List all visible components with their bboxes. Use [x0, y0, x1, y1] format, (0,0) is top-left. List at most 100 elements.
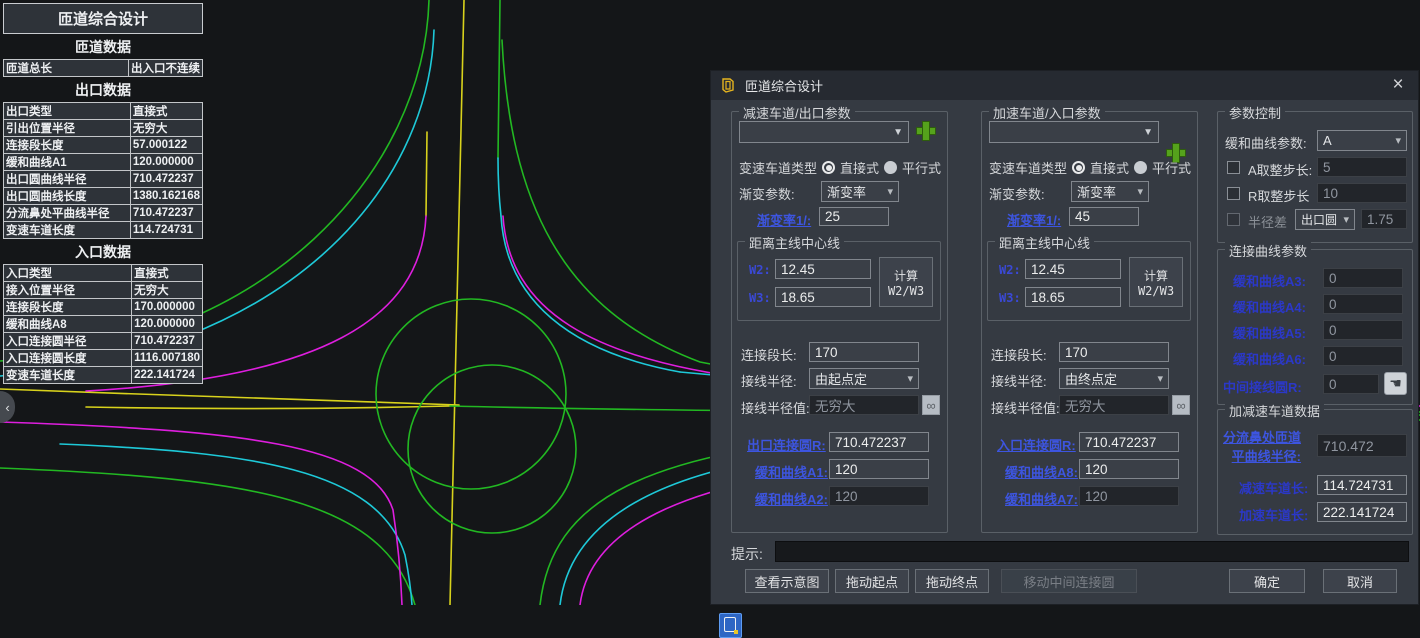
radio-direct[interactable] — [1072, 161, 1085, 174]
radio-direct-label: 直接式 — [840, 158, 879, 177]
radio-direct[interactable] — [822, 161, 835, 174]
accel-lane-length-input[interactable] — [1317, 502, 1407, 522]
table-row: 连接段长度57.000122 — [4, 137, 203, 154]
exit-circle-r-link[interactable]: 出口连接圆R: — [747, 435, 826, 454]
spiral-a1-link[interactable]: 缓和曲线A1: — [755, 462, 828, 481]
entry-circle-r-input[interactable] — [1079, 432, 1179, 452]
radius-diff-label: 半径差 — [1248, 212, 1287, 231]
radio-parallel[interactable] — [884, 161, 897, 174]
connect-length-label: 连接段长: — [741, 345, 797, 364]
decel-lane-length-input[interactable] — [1317, 475, 1407, 495]
nose-radius-input — [1317, 434, 1407, 457]
radio-parallel[interactable] — [1134, 161, 1147, 174]
group-label: 加速车道/入口参数 — [989, 103, 1105, 122]
chevron-left-icon: ‹ — [5, 400, 9, 415]
spiral-a8-input[interactable] — [1079, 459, 1179, 479]
section-header-ramp: 匝道数据 — [3, 34, 203, 59]
spiral-a2-link[interactable]: 缓和曲线A2: — [755, 489, 828, 508]
chevron-down-icon: ▼ — [893, 127, 903, 138]
accel-taper-select[interactable]: 渐变率 ▾ — [1071, 181, 1149, 202]
spiral-a7-input — [1079, 486, 1179, 506]
button-label: 查看示意图 — [754, 572, 819, 591]
infinity-icon: ∞ — [1176, 398, 1185, 413]
chevron-down-icon: ▼ — [1143, 127, 1153, 138]
a-step-label: A取整步长: — [1248, 160, 1312, 179]
button-label: 移动中间连接圆 — [1023, 572, 1114, 591]
decel-taper-select[interactable]: 渐变率 ▾ — [821, 181, 899, 202]
decel-w2-input[interactable] — [775, 259, 871, 279]
schematic-toggle-button[interactable] — [719, 613, 742, 638]
w2-label: W2: — [749, 263, 771, 277]
exit-circle-r-input[interactable] — [829, 432, 929, 452]
ok-button[interactable]: 确定 — [1229, 569, 1305, 593]
radius-diff-select[interactable]: 出口圆 ▾ — [1295, 209, 1355, 230]
spiral-a5-label: 缓和曲线A5: — [1233, 323, 1306, 342]
decel-preset-select[interactable]: ▼ — [739, 121, 909, 143]
drag-end-button[interactable]: 拖动终点 — [915, 569, 989, 593]
taper-rate-link[interactable]: 渐变率1/: — [757, 210, 811, 229]
table-row: 出口圆曲线长度1380.162168 — [4, 188, 203, 205]
accel-w3-input[interactable] — [1025, 287, 1121, 307]
cancel-button[interactable]: 取消 — [1323, 569, 1397, 593]
a-step-checkbox[interactable] — [1227, 161, 1240, 174]
exit-data-table: 出口类型直接式 引出位置半径无穷大 连接段长度57.000122 缓和曲线A11… — [3, 102, 203, 239]
decel-calc-w2w3-button[interactable]: 计算 W2/W3 — [879, 257, 933, 307]
connect-length-label: 连接段长: — [991, 345, 1047, 364]
r-step-input — [1317, 183, 1407, 203]
spiral-a4-label: 缓和曲线A4: — [1233, 297, 1306, 316]
accel-connect-length-input[interactable] — [1059, 342, 1169, 362]
nose-radius-link[interactable]: 分流鼻处匝道 平曲线半径: — [1223, 427, 1301, 465]
accel-w2-input[interactable] — [1025, 259, 1121, 279]
decel-radius-mode-select[interactable]: 由起点定 ▾ — [809, 368, 919, 389]
taper-param-label: 渐变参数: — [739, 184, 795, 203]
spiral-param-select[interactable]: A ▾ — [1317, 130, 1407, 151]
pencil-dot-icon — [734, 630, 738, 634]
view-schematic-button[interactable]: 查看示意图 — [745, 569, 829, 593]
add-decel-lane-button[interactable] — [915, 120, 937, 142]
selected-value: A — [1323, 133, 1332, 148]
chevron-down-icon: ▾ — [1395, 134, 1401, 147]
chevron-down-icon: ▾ — [1137, 185, 1143, 198]
selected-value: 出口圆 — [1301, 211, 1337, 228]
accel-calc-w2w3-button[interactable]: 计算 W2/W3 — [1129, 257, 1183, 307]
group-label: 加减速车道数据 — [1225, 401, 1324, 420]
mid-circle-r-input — [1323, 374, 1379, 394]
button-label: 计算 — [1144, 267, 1168, 284]
decel-w3-input[interactable] — [775, 287, 871, 307]
infinity-icon: ∞ — [926, 398, 935, 413]
radius-diff-checkbox[interactable] — [1227, 213, 1240, 226]
spiral-a6-label: 缓和曲线A6: — [1233, 349, 1306, 368]
spiral-a8-link[interactable]: 缓和曲线A8: — [1005, 462, 1078, 481]
taper-rate-link[interactable]: 渐变率1/: — [1007, 210, 1061, 229]
table-row: 入口连接圆长度1116.007180 — [4, 350, 203, 367]
decel-lane-length-label: 减速车道长: — [1239, 478, 1308, 497]
pick-on-screen-button[interactable]: ☚ — [1384, 372, 1407, 395]
table-row: 变速车道长度222.141724 — [4, 367, 203, 384]
infinity-button[interactable]: ∞ — [922, 395, 940, 415]
group-label: 参数控制 — [1225, 103, 1285, 122]
accel-taper-rate-input[interactable] — [1069, 207, 1139, 226]
chevron-down-icon: ▾ — [1343, 213, 1349, 226]
radio-direct-label: 直接式 — [1090, 158, 1129, 177]
entry-circle-r-link[interactable]: 入口连接圆R: — [997, 435, 1076, 454]
radius-value-label: 接线半径值: — [741, 398, 810, 417]
drag-start-button[interactable]: 拖动起点 — [835, 569, 909, 593]
ramp-data-table: 匝道总长出入口不连续 — [3, 59, 203, 77]
table-row: 匝道总长出入口不连续 — [4, 60, 203, 77]
close-icon[interactable]: × — [1386, 73, 1410, 97]
radio-parallel-label: 平行式 — [902, 158, 941, 177]
a-step-input — [1317, 157, 1407, 177]
chevron-down-icon: ▾ — [907, 372, 913, 385]
dialog-title: 匝道综合设计 — [745, 76, 823, 95]
r-step-checkbox[interactable] — [1227, 187, 1240, 200]
accel-preset-select[interactable]: ▼ — [989, 121, 1159, 143]
spiral-a1-input[interactable] — [829, 459, 929, 479]
dialog-titlebar[interactable]: 匝道综合设计 × — [711, 71, 1418, 100]
group-label: 距离主线中心线 — [745, 233, 844, 252]
decel-taper-rate-input[interactable] — [819, 207, 889, 226]
decel-connect-length-input[interactable] — [809, 342, 919, 362]
infinity-button[interactable]: ∞ — [1172, 395, 1190, 415]
radius-mode-label: 接线半径: — [991, 371, 1047, 390]
accel-radius-mode-select[interactable]: 由终点定 ▾ — [1059, 368, 1169, 389]
spiral-a7-link[interactable]: 缓和曲线A7: — [1005, 489, 1078, 508]
